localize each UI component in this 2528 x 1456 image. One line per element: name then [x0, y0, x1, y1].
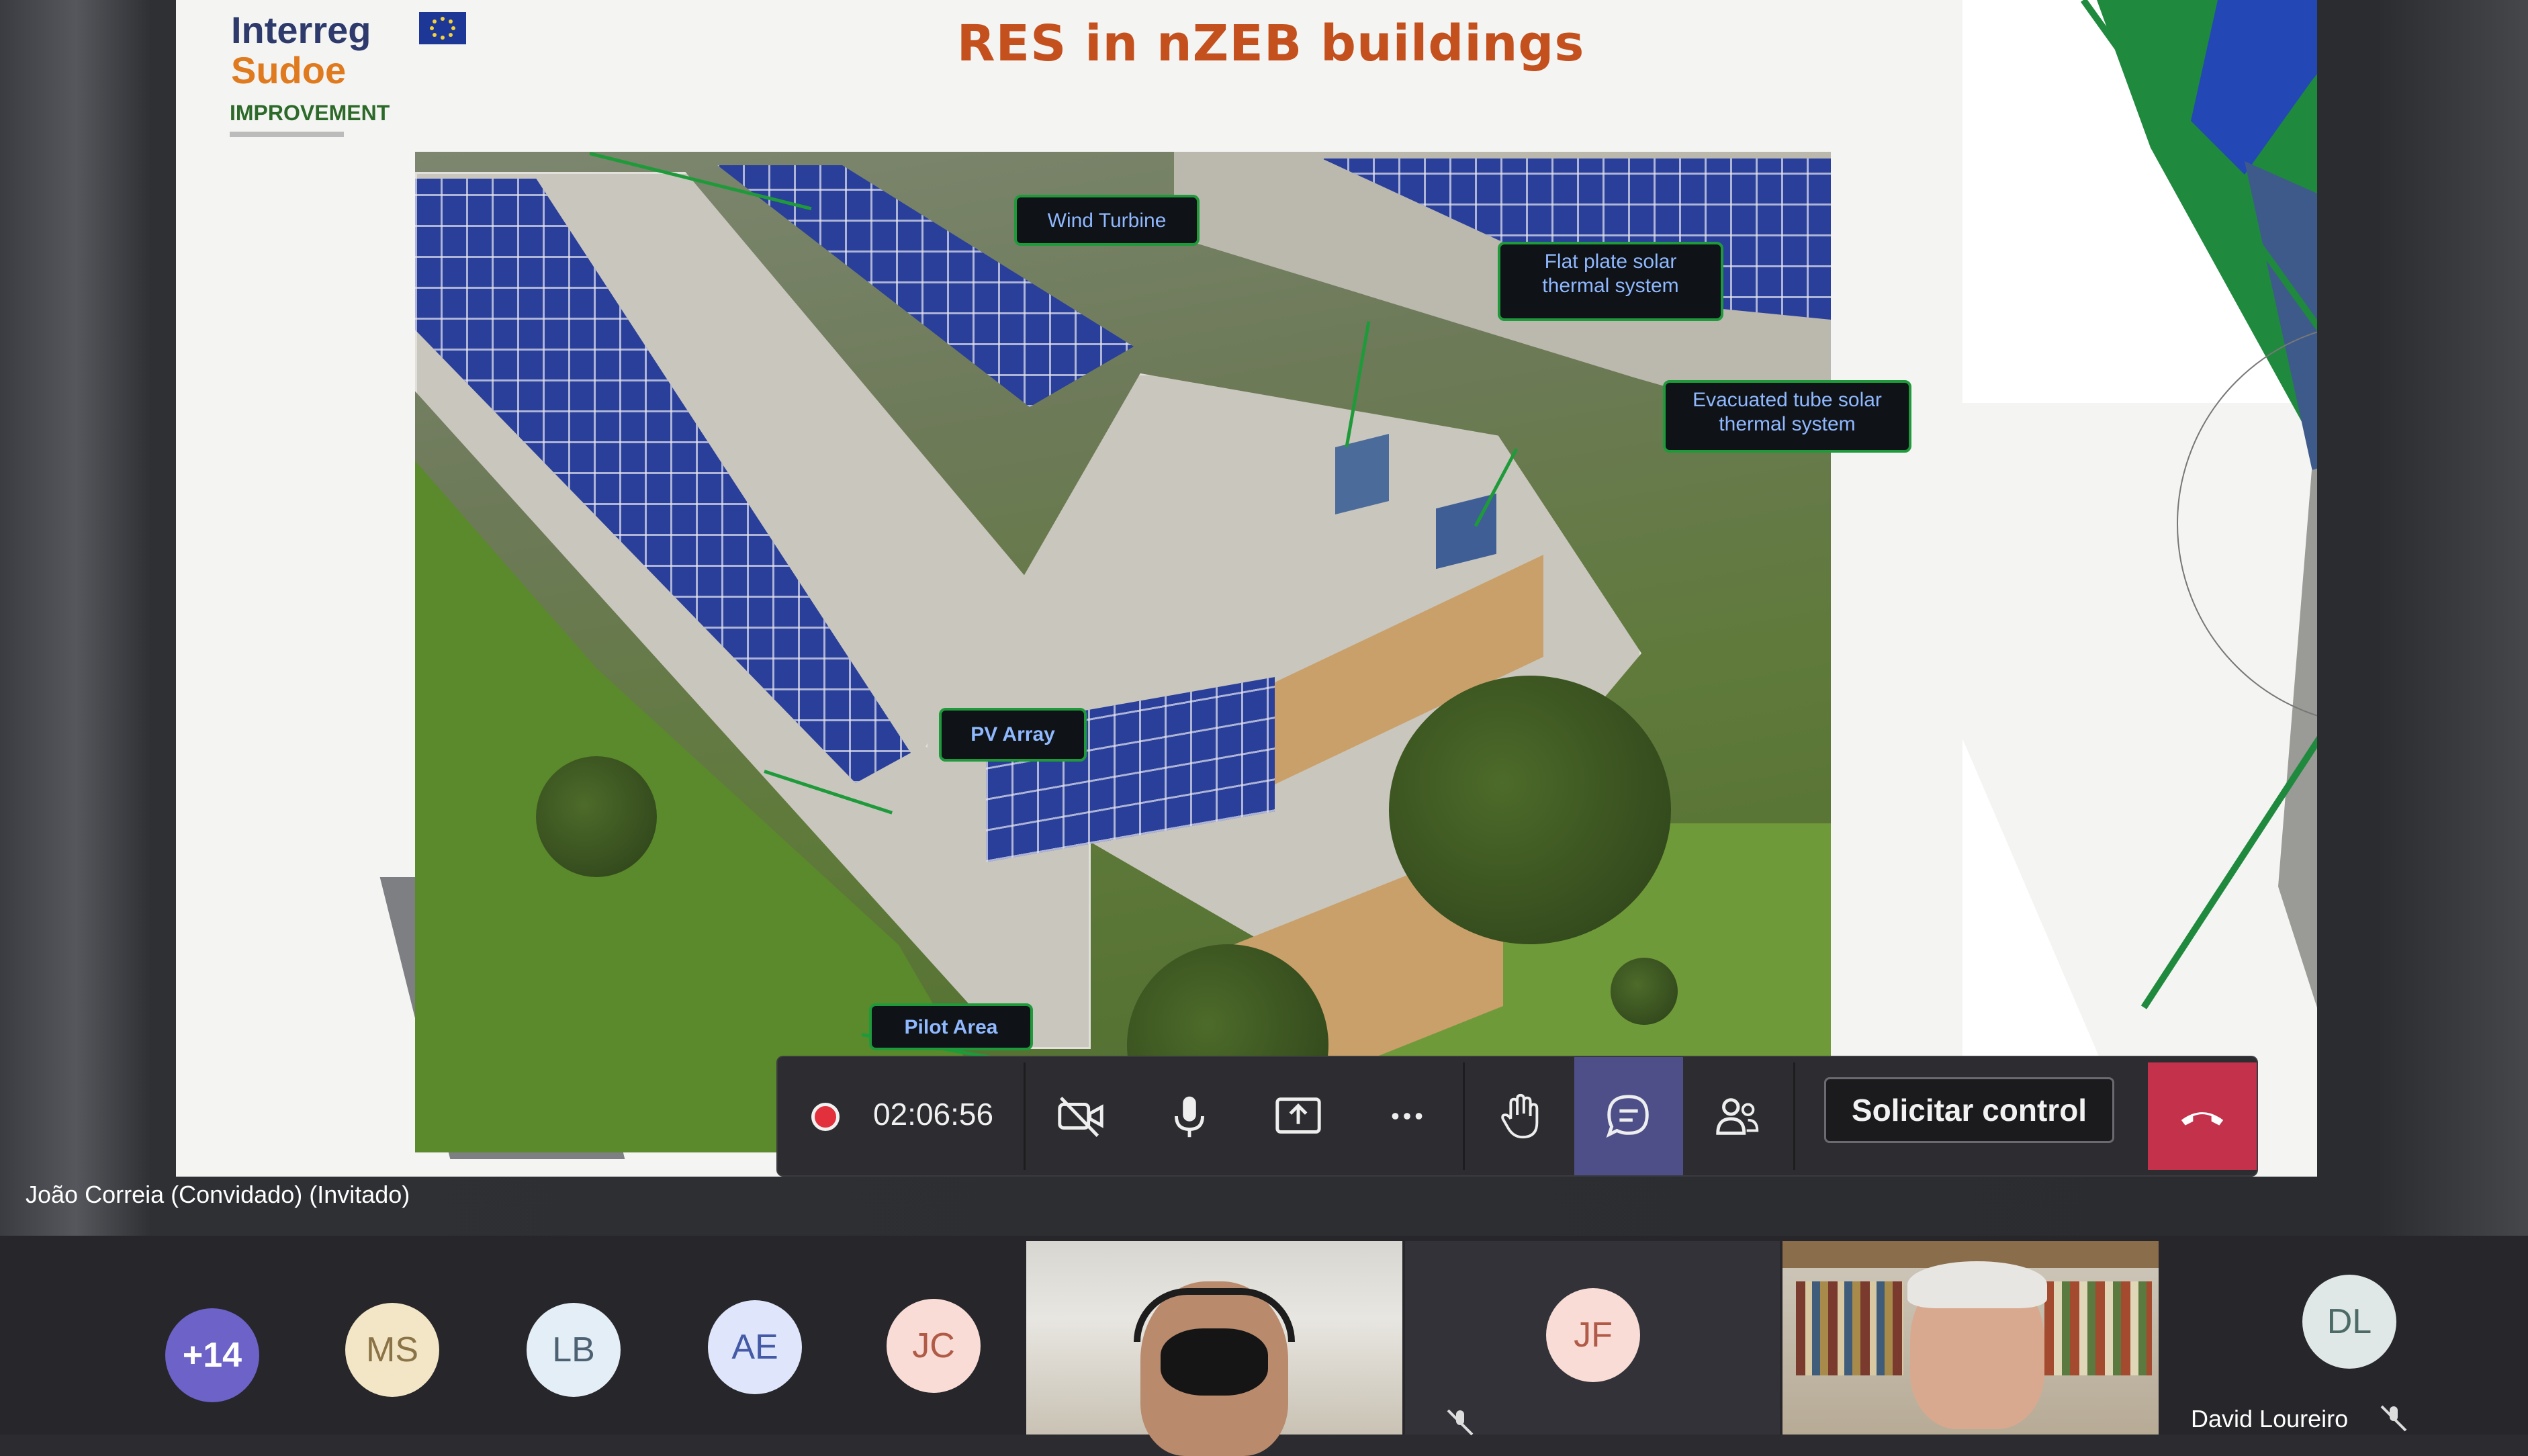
tree — [536, 756, 657, 877]
sudoe-logo: Sudoe — [231, 49, 347, 91]
mic-muted-icon — [1447, 1409, 1474, 1436]
chat-icon — [1606, 1095, 1649, 1138]
callout-pilot-area: Pilot Area — [869, 1003, 1033, 1050]
presentation-slide: Interreg Sudoe IMPROVEMENT RES in nZEB b… — [176, 0, 2317, 1177]
books — [2044, 1281, 2152, 1375]
participant-hair — [1907, 1261, 2047, 1308]
participant-avatar-jc[interactable]: JC — [887, 1299, 981, 1393]
overflow-participants-button[interactable]: +14 — [165, 1308, 259, 1402]
more-options-icon — [1392, 1113, 1423, 1120]
callout-wind-turbine: Wind Turbine — [1014, 195, 1200, 246]
participant-video-tile[interactable] — [1026, 1241, 1402, 1456]
logo-subtitle-line — [230, 132, 344, 137]
participant-avatar-ms[interactable]: MS — [345, 1303, 439, 1397]
microphone-button[interactable] — [1135, 1057, 1244, 1175]
tree — [1389, 676, 1671, 944]
video-off-icon — [1058, 1097, 1103, 1137]
participant-avatar-jf: JF — [1546, 1288, 1640, 1382]
participant-tile-dl[interactable]: DL David Loureiro — [2161, 1241, 2528, 1435]
participant-video-tile[interactable] — [1782, 1241, 2159, 1435]
request-control-button[interactable]: Solicitar control — [1824, 1077, 2114, 1143]
slide-decoration — [1962, 0, 2317, 1177]
callout-evacuated-tube: Evacuated tube solar thermal system — [1663, 380, 1911, 453]
eu-flag-icon — [419, 12, 466, 44]
callout-pv-array: PV Array — [939, 708, 1087, 762]
participant-tile-jf[interactable]: JF — [1405, 1241, 1780, 1436]
slide-title: RES in nZEB buildings — [956, 15, 1585, 73]
hand-icon — [1501, 1093, 1539, 1139]
share-screen-button[interactable] — [1244, 1057, 1353, 1175]
microphone-icon — [1175, 1096, 1204, 1138]
interreg-logo: Interreg — [231, 9, 371, 51]
shared-screen: Interreg Sudoe IMPROVEMENT RES in nZEB b… — [0, 0, 2528, 1236]
flat-plate-collector — [1335, 434, 1389, 514]
raise-hand-button[interactable] — [1465, 1057, 1574, 1175]
separator — [1793, 1062, 1795, 1170]
meeting-timer: 02:06:56 — [873, 1097, 994, 1132]
participant-avatar-ae[interactable]: AE — [708, 1300, 802, 1394]
chat-button[interactable] — [1574, 1057, 1683, 1175]
participants-button[interactable] — [1683, 1057, 1792, 1175]
camera-toggle-button[interactable] — [1026, 1057, 1135, 1175]
meeting-control-bar: 02:06:56 Solicitar control — [778, 1057, 2257, 1175]
mic-muted-icon — [2380, 1405, 2407, 1432]
tree — [1611, 958, 1678, 1025]
headset-icon — [1134, 1288, 1295, 1342]
books — [1796, 1281, 1903, 1375]
phone-hangup-icon — [2181, 1112, 2224, 1126]
share-screen-icon — [1275, 1097, 1321, 1134]
presenter-name: João Correia (Convidado) (Invitado) — [26, 1181, 410, 1208]
callout-flat-plate: Flat plate solar thermal system — [1498, 242, 1723, 321]
more-options-button[interactable] — [1353, 1057, 1461, 1175]
separator — [1463, 1062, 1465, 1170]
participant-avatar-dl: DL — [2302, 1275, 2396, 1369]
participant-name: David Loureiro — [2191, 1405, 2349, 1432]
hang-up-button[interactable] — [2148, 1062, 2257, 1170]
participant-avatar-lb[interactable]: LB — [527, 1303, 621, 1397]
people-icon — [1716, 1098, 1759, 1135]
separator — [1024, 1062, 1026, 1170]
recording-indicator-icon — [811, 1103, 840, 1131]
improvement-logo: IMPROVEMENT — [230, 101, 390, 125]
aerial-building-photo: Wind Turbine Flat plate solar thermal sy… — [379, 152, 1911, 1159]
